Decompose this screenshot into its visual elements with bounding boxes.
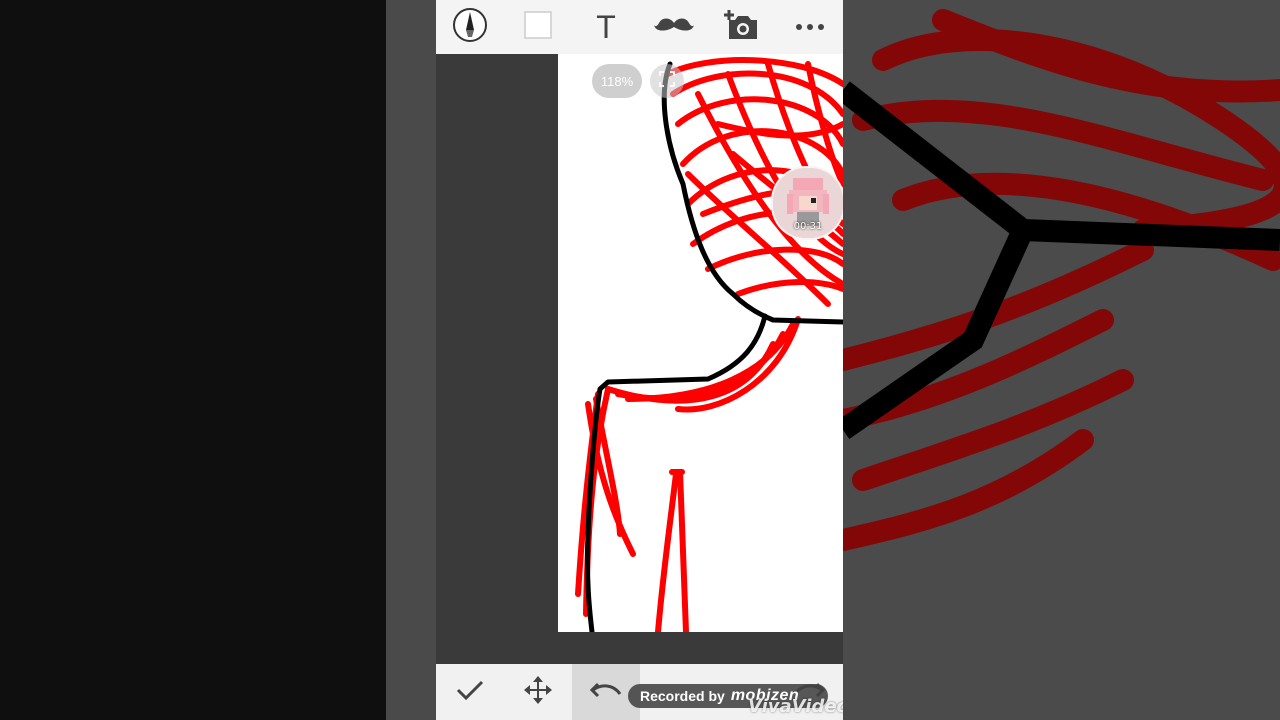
- brush-icon: [451, 6, 489, 49]
- fit-screen-button[interactable]: [650, 64, 684, 98]
- text-tool-button[interactable]: T: [584, 6, 628, 48]
- recorder-camera-bubble[interactable]: 00:31: [771, 166, 843, 240]
- fit-screen-icon: [659, 70, 675, 92]
- more-dots-icon: [795, 18, 825, 36]
- phone-screen: T 118% 00:31 Recorded by mobizen VivaVid…: [436, 0, 843, 720]
- canvas-area: [436, 54, 843, 664]
- camera-plus-icon: [723, 8, 761, 47]
- sticker-tool-button[interactable]: [652, 6, 696, 48]
- undo-icon: [589, 680, 623, 705]
- recording-timer: 00:31: [793, 221, 823, 232]
- more-menu-button[interactable]: [788, 6, 832, 48]
- color-swatch-icon: [523, 10, 553, 45]
- left-letterbox: [0, 0, 386, 720]
- checkmark-icon: [456, 679, 484, 706]
- vivavideo-watermark: VivaVideo: [748, 696, 843, 717]
- mustache-icon: [654, 15, 694, 40]
- add-photo-button[interactable]: [720, 6, 764, 48]
- top-toolbar: T: [436, 0, 843, 55]
- recorded-by-label: Recorded by: [640, 688, 725, 704]
- brush-tool-button[interactable]: [448, 6, 492, 48]
- move-button[interactable]: [504, 664, 572, 720]
- right-blur-background: [843, 0, 1280, 720]
- move-arrows-icon: [523, 675, 553, 710]
- zoom-level-badge[interactable]: 118%: [592, 64, 642, 98]
- text-icon: T: [596, 8, 616, 45]
- apply-button[interactable]: [436, 664, 504, 720]
- color-swatch-button[interactable]: [516, 6, 560, 48]
- drawing-canvas[interactable]: [558, 54, 843, 632]
- left-blur-strip: [386, 0, 436, 720]
